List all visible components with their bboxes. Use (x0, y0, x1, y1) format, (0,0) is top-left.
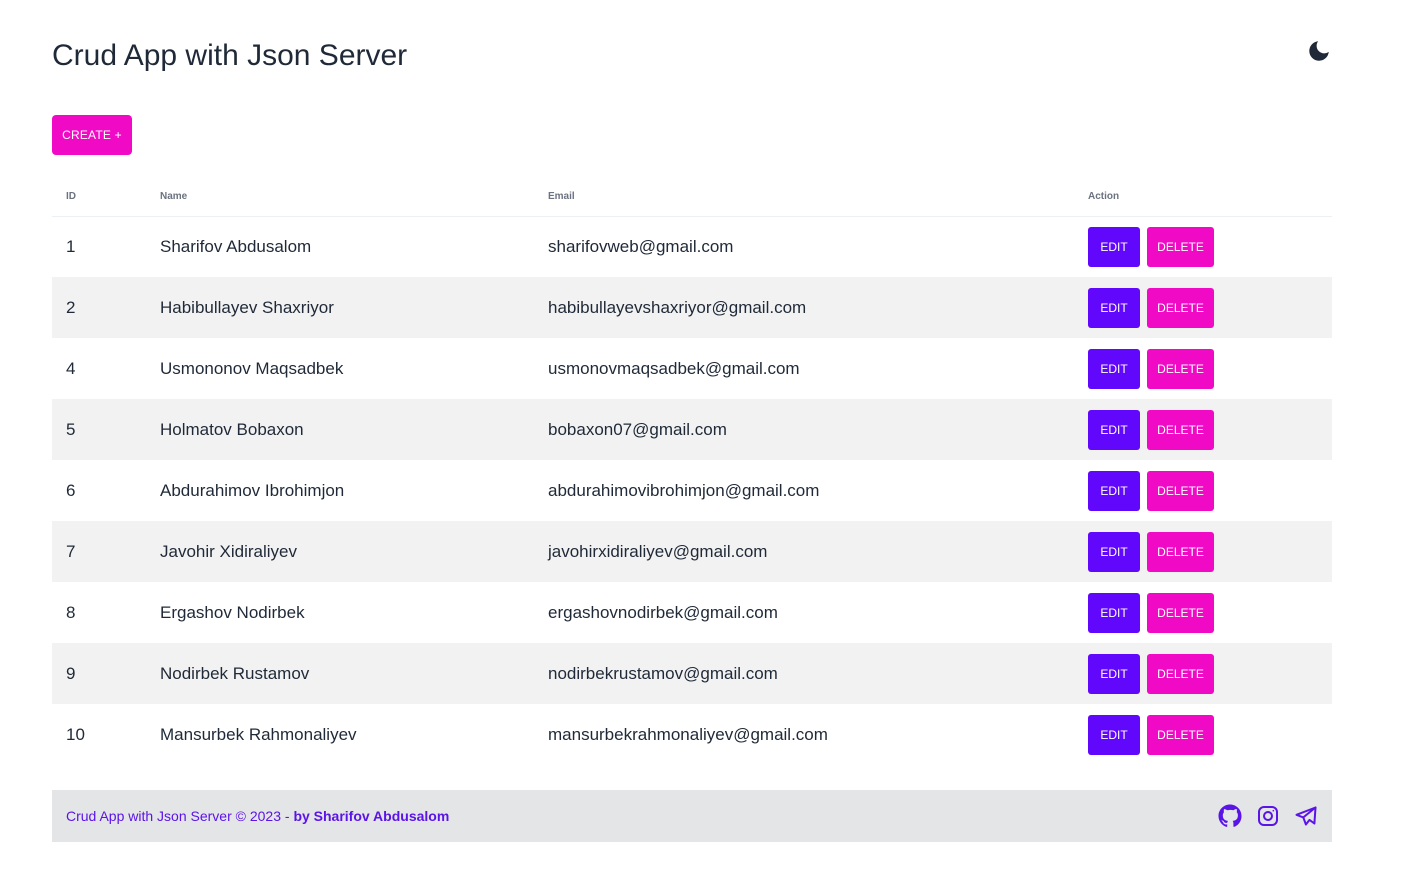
row-id-cell: 9 (66, 663, 76, 683)
table-header: ID Name Email Action (52, 178, 1332, 216)
row-id-cell: 7 (66, 541, 76, 561)
row-email-cell: javohirxidiraliyev@gmail.com (548, 541, 768, 561)
users-table-wrapper: ID Name Email Action 1 Sharifov Abdusalom… (52, 178, 1332, 765)
row-email-cell: sharifovweb@gmail.com (548, 236, 734, 256)
row-id-cell: 1 (66, 236, 76, 256)
row-email-cell: habibullayevshaxriyor@gmail.com (548, 297, 807, 317)
delete-button[interactable]: DELETE (1147, 470, 1214, 511)
instagram-icon[interactable] (1256, 804, 1280, 828)
column-header-action: Action (1088, 191, 1120, 203)
row-name-cell: Usmononov Maqsadbek (160, 358, 344, 378)
table-row: 6 Abdurahimov Ibrohimjon abdurahimovibrohi… (52, 460, 1332, 521)
row-name-cell: Ergashov Nodirbek (160, 602, 305, 622)
table-row: 4 Usmononov Maqsadbek usmonovmaqsadbek@gma… (52, 338, 1332, 399)
row-action-cell: EDIT DELETE (1070, 338, 1332, 399)
row-email-cell: mansurbekrahmonaliyev@gmail.com (548, 724, 828, 744)
row-action-cell: EDIT DELETE (1070, 582, 1332, 643)
edit-button[interactable]: EDIT (1088, 592, 1140, 633)
table-body: 1 Sharifov Abdusalom sharifovweb@gmail.com… (52, 216, 1332, 765)
edit-button[interactable]: EDIT (1088, 226, 1140, 267)
delete-button[interactable]: DELETE (1147, 531, 1214, 572)
page-title: Crud App with Json Server (52, 39, 408, 72)
row-name-cell: Abdurahimov Ibrohimjon (160, 480, 345, 500)
row-name-cell: Mansurbek Rahmonaliyev (160, 724, 357, 744)
row-action-cell: EDIT DELETE (1070, 643, 1332, 704)
moon-icon[interactable] (1306, 38, 1332, 64)
telegram-icon[interactable] (1294, 804, 1318, 828)
edit-button[interactable]: EDIT (1088, 287, 1140, 328)
row-email-cell: abdurahimovibrohimjon@gmail.com (548, 480, 820, 500)
column-header-id: ID (66, 191, 76, 203)
edit-button[interactable]: EDIT (1088, 714, 1140, 755)
footer-author[interactable]: by Sharifov Abdusalom (293, 808, 449, 824)
table-row: 10 Mansurbek Rahmonaliyev mansurbekrahmona… (52, 704, 1332, 765)
row-id-cell: 10 (66, 724, 85, 744)
github-icon[interactable] (1218, 804, 1242, 828)
row-action-cell: EDIT DELETE (1070, 399, 1332, 460)
edit-button[interactable]: EDIT (1088, 409, 1140, 450)
table-row: 9 Nodirbek Rustamov nodirbekrustamov@gmail… (52, 643, 1332, 704)
table-row: 2 Habibullayev Shaxriyor habibullayevshaxr… (52, 277, 1332, 338)
row-email-cell: nodirbekrustamov@gmail.com (548, 663, 778, 683)
create-button[interactable]: CREATE + (52, 115, 132, 155)
delete-button[interactable]: DELETE (1147, 287, 1214, 328)
delete-button[interactable]: DELETE (1147, 714, 1214, 755)
footer: Crud App with Json Server © 2023 - by Sh… (52, 790, 1332, 842)
edit-button[interactable]: EDIT (1088, 470, 1140, 511)
row-action-cell: EDIT DELETE (1070, 216, 1332, 277)
users-table: ID Name Email Action 1 Sharifov Abdusalom… (52, 178, 1332, 765)
row-name-cell: Javohir Xidiraliyev (160, 541, 297, 561)
column-header-email: Email (548, 191, 575, 203)
column-header-name: Name (160, 191, 188, 203)
row-name-cell: Habibullayev Shaxriyor (160, 297, 334, 317)
row-action-cell: EDIT DELETE (1070, 521, 1332, 582)
social-links (1218, 804, 1318, 828)
delete-button[interactable]: DELETE (1147, 592, 1214, 633)
edit-button[interactable]: EDIT (1088, 653, 1140, 694)
footer-copyright: Crud App with Json Server © 2023 - (66, 808, 294, 824)
row-action-cell: EDIT DELETE (1070, 704, 1332, 765)
delete-button[interactable]: DELETE (1147, 226, 1214, 267)
table-row: 1 Sharifov Abdusalom sharifovweb@gmail.com… (52, 216, 1332, 277)
row-name-cell: Sharifov Abdusalom (160, 236, 312, 256)
row-id-cell: 2 (66, 297, 76, 317)
edit-button[interactable]: EDIT (1088, 531, 1140, 572)
row-action-cell: EDIT DELETE (1070, 277, 1332, 338)
footer-text: Crud App with Json Server © 2023 - by Sh… (66, 790, 449, 842)
row-email-cell: ergashovnodirbek@gmail.com (548, 602, 778, 622)
row-email-cell: bobaxon07@gmail.com (548, 419, 727, 439)
table-row: 7 Javohir Xidiraliyev javohirxidiraliyev@g… (52, 521, 1332, 582)
edit-button[interactable]: EDIT (1088, 348, 1140, 389)
delete-button[interactable]: DELETE (1147, 409, 1214, 450)
header: Crud App with Json Server (52, 36, 1332, 76)
page: Crud App with Json Server CREATE + ID Na… (0, 0, 1404, 884)
table-row: 5 Holmatov Bobaxon bobaxon07@gmail.com EDIT… (52, 399, 1332, 460)
table-row: 8 Ergashov Nodirbek ergashovnodirbek@gmail… (52, 582, 1332, 643)
row-name-cell: Holmatov Bobaxon (160, 419, 304, 439)
row-action-cell: EDIT DELETE (1070, 460, 1332, 521)
row-id-cell: 6 (66, 480, 76, 500)
row-name-cell: Nodirbek Rustamov (160, 663, 310, 683)
row-email-cell: usmonovmaqsadbek@gmail.com (548, 358, 800, 378)
row-id-cell: 5 (66, 419, 76, 439)
delete-button[interactable]: DELETE (1147, 653, 1214, 694)
row-id-cell: 4 (66, 358, 76, 378)
row-id-cell: 8 (66, 602, 76, 622)
delete-button[interactable]: DELETE (1147, 348, 1214, 389)
